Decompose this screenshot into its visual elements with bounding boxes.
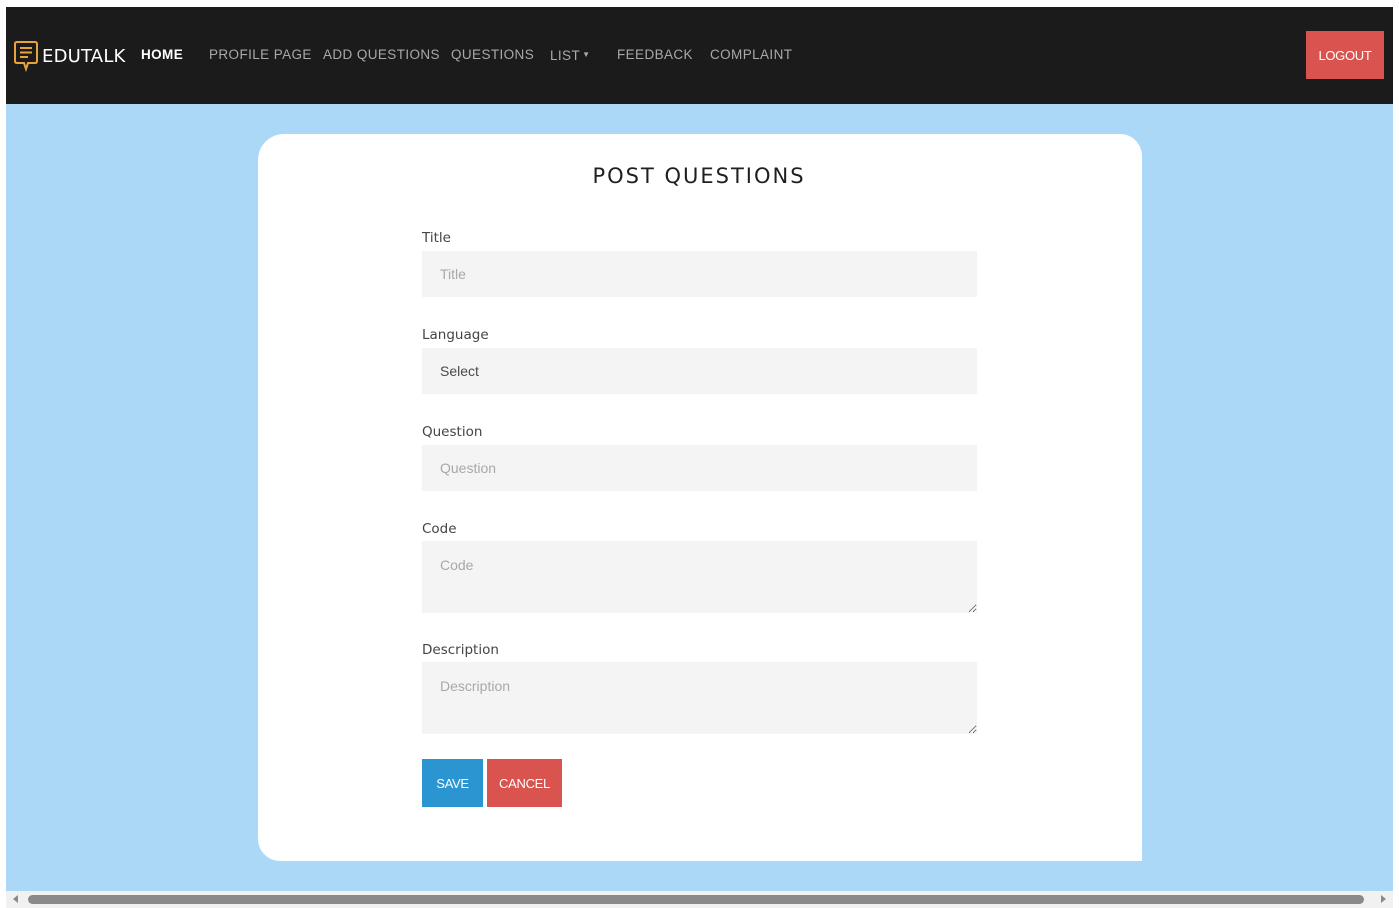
brand-logo[interactable]: EDUTALK: [14, 40, 126, 72]
logout-button[interactable]: LOGOUT: [1306, 31, 1384, 79]
description-label: Description: [422, 642, 499, 658]
language-select[interactable]: Select: [422, 348, 977, 394]
code-label: Code: [422, 521, 457, 537]
nav-list-dropdown[interactable]: LIST ▼: [550, 45, 590, 65]
top-navbar: EDUTALK HOME PROFILE PAGE ADD QUESTIONS …: [6, 7, 1393, 104]
save-button[interactable]: SAVE: [422, 759, 483, 807]
language-select-value: Select: [440, 363, 479, 379]
app-frame: EDUTALK HOME PROFILE PAGE ADD QUESTIONS …: [6, 7, 1393, 891]
nav-list-label: LIST: [550, 48, 581, 63]
horizontal-scrollbar[interactable]: [6, 891, 1393, 908]
cancel-button[interactable]: CANCEL: [487, 759, 562, 807]
scrollbar-thumb[interactable]: [28, 895, 1364, 904]
nav-questions[interactable]: QUESTIONS: [451, 45, 534, 65]
description-textarea[interactable]: [422, 662, 977, 734]
brand-name: EDUTALK: [42, 45, 126, 67]
code-textarea[interactable]: [422, 541, 977, 613]
nav-add-questions[interactable]: ADD QUESTIONS: [323, 45, 440, 65]
question-label: Question: [422, 424, 483, 440]
nav-feedback[interactable]: FEEDBACK: [617, 45, 693, 65]
question-input[interactable]: [422, 445, 977, 491]
title-input[interactable]: [422, 251, 977, 297]
page-title: POST QUESTIONS: [592, 164, 806, 188]
nav-complaint[interactable]: COMPLAINT: [710, 45, 792, 65]
caret-down-icon: ▼: [582, 50, 591, 59]
post-questions-card: POST QUESTIONS Title Language Select Que…: [258, 134, 1142, 861]
scroll-right-arrow-icon[interactable]: [1381, 895, 1386, 903]
language-label: Language: [422, 327, 489, 343]
chat-document-icon: [14, 41, 38, 72]
nav-home[interactable]: HOME: [141, 45, 183, 65]
scroll-left-arrow-icon[interactable]: [13, 895, 18, 903]
nav-profile-page[interactable]: PROFILE PAGE: [209, 45, 312, 65]
title-label: Title: [422, 230, 451, 246]
